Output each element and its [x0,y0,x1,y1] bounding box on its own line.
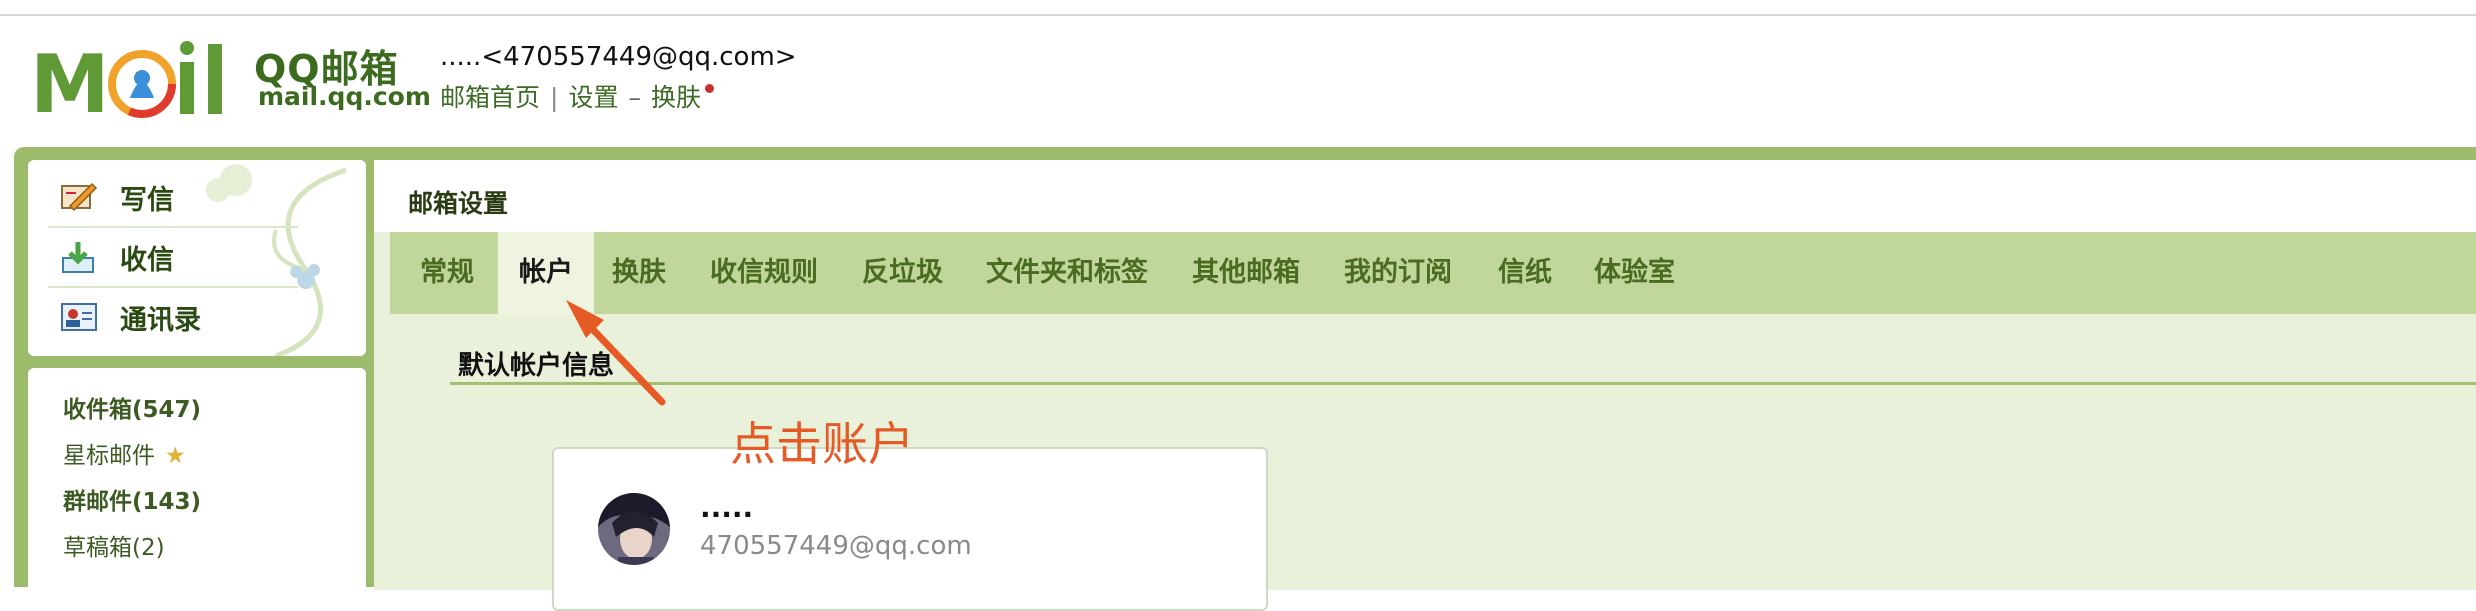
receive-mail-button[interactable]: 收信 [60,228,350,286]
contacts-button[interactable]: 通讯录 [60,288,350,346]
settings-tabs: 常规 帐户 换肤 收信规则 反垃圾 文件夹和标签 其他邮箱 我的订阅 信纸 体验… [390,232,2476,314]
account-address: .....<470557449@qq.com> [440,42,797,72]
compose-label: 写信 [120,184,174,216]
logo-domain: mail.qq.com [258,82,431,111]
receive-mail-label: 收信 [120,244,174,276]
click-account-annotation: 点击账户 [730,417,914,471]
folder-drafts[interactable]: 草稿箱(2) [63,528,165,562]
svg-text:M: M [30,40,110,120]
contacts-label: 通讯录 [120,304,201,336]
folder-list: 收件箱(547) 星标邮件 ★ 群邮件(143) 草稿箱(2) [28,368,366,598]
folder-group-mail[interactable]: 群邮件(143) [63,482,201,516]
skin-link[interactable]: 换肤 [651,78,701,114]
tab-folders-labels[interactable]: 文件夹和标签 [986,232,1148,314]
folder-starred[interactable]: 星标邮件 ★ [63,436,186,470]
inbox-download-icon [62,242,94,273]
tab-account[interactable]: 帐户 [498,232,594,314]
avatar-image-icon [598,493,670,565]
tab-other-mailboxes[interactable]: 其他邮箱 [1192,232,1300,314]
link-separator: | [550,83,559,112]
settings-header: 邮箱设置 [374,160,2476,232]
page-title: 邮箱设置 [408,189,509,218]
tab-mail-rules[interactable]: 收信规则 [710,232,818,314]
folder-starred-label: 星标邮件 [63,443,155,469]
section-divider [450,382,2476,385]
compose-icon [61,182,98,212]
header-links: 邮箱首页 | 设置 – 换肤 [440,78,714,114]
account-email: 470557449@qq.com [700,531,972,561]
folder-inbox[interactable]: 收件箱(547) [63,390,201,424]
star-icon: ★ [165,443,186,469]
tab-general[interactable]: 常规 [420,232,474,314]
qq-mail-logo[interactable]: M QQ邮箱 mail.qq.com [30,40,431,120]
tab-anti-spam[interactable]: 反垃圾 [862,232,943,314]
mailbox-home-link[interactable]: 邮箱首页 [440,78,540,114]
browser-top-edge [0,0,2476,16]
contacts-icon [61,303,97,331]
notification-dot-icon [704,84,714,93]
tab-skin[interactable]: 换肤 [612,232,666,314]
tab-subscriptions[interactable]: 我的订阅 [1344,232,1452,314]
tab-lab[interactable]: 体验室 [1594,232,1675,314]
tab-stationery[interactable]: 信纸 [1498,232,1552,314]
compose-button[interactable]: 写信 [60,168,350,226]
section-title: 默认帐户信息 [458,351,615,381]
settings-link[interactable]: 设置 [568,78,618,114]
link-dash: – [628,83,641,112]
avatar[interactable] [598,493,670,565]
settings-panel: 邮箱设置 常规 帐户 换肤 收信规则 反垃圾 文件夹和标签 其他邮箱 我的订阅 … [374,160,2476,611]
moil-logo-icon: M [30,40,222,120]
sidebar-actions-panel: 写信 收信 通讯录 [28,160,366,356]
account-name: ..... [700,491,754,524]
